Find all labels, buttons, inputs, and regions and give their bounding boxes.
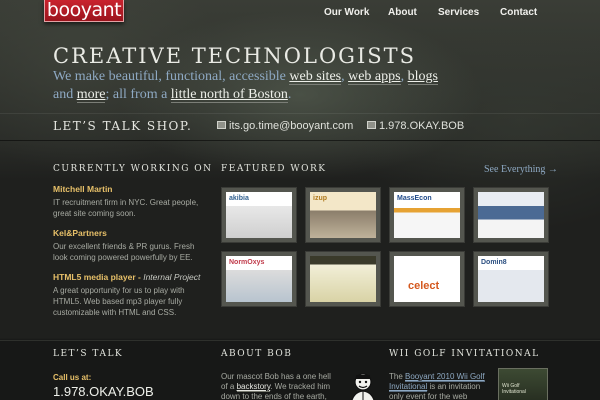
project-item: HTML5 media player - Internal Project A … xyxy=(53,272,208,318)
wii-golf-text: The Booyant 2010 Wii Golf Invitational i… xyxy=(389,372,489,400)
project-description: IT recruitment firm in NYC. Great people… xyxy=(53,198,199,218)
link-more[interactable]: more xyxy=(76,87,106,103)
project-subtitle: Internal Project xyxy=(143,272,201,282)
thumb-label: NormOxys xyxy=(229,259,265,266)
email-address[interactable]: its.go.time@booyant.com xyxy=(229,120,353,132)
project-title[interactable]: HTML5 media player - Internal Project xyxy=(53,272,208,283)
nav-contact[interactable]: Contact xyxy=(500,7,540,18)
hero-tagline: We make beautiful, functional, accessibl… xyxy=(53,68,473,104)
poster-text: Wii Golf Invitational xyxy=(502,383,526,395)
tagline-text: . xyxy=(287,87,292,102)
project-title-text[interactable]: Kel&Partners xyxy=(53,228,107,238)
golf-text: The xyxy=(389,372,406,381)
tagline-text: ; all from a xyxy=(105,87,171,102)
thumb-screenshot: akibia xyxy=(226,192,292,238)
phone-number[interactable]: 1.978.OKAY.BOB xyxy=(379,120,464,132)
thumb-screenshot xyxy=(478,192,544,238)
portfolio-thumb-akibia[interactable]: akibia xyxy=(221,187,297,243)
project-description: A great opportunity for us to play with … xyxy=(53,286,185,317)
portfolio-thumb-normoxys[interactable]: NormOxys xyxy=(221,251,297,307)
see-everything-link[interactable]: See Everything → xyxy=(484,164,558,175)
call-us-label: Call us at: xyxy=(53,373,92,382)
talk-shop-title: LET’S TALK SHOP. xyxy=(53,119,193,133)
nav-services[interactable]: Services xyxy=(438,7,480,18)
portfolio-thumb-domin8[interactable]: Domin8 xyxy=(473,251,549,307)
project-item: Kel&Partners Our excellent friends & PR … xyxy=(53,228,208,263)
booyant-logo[interactable]: booyant xyxy=(44,0,124,22)
currently-working-heading: CURRENTLY WORKING ON xyxy=(53,164,213,174)
tagline-text: We make beautiful, functional, accessibl… xyxy=(53,69,290,84)
link-north-of-boston[interactable]: little north of Boston xyxy=(170,87,288,103)
nav-about[interactable]: About xyxy=(388,7,418,18)
footer-phone[interactable]: 1.978.OKAY.BOB xyxy=(53,384,154,399)
wii-golf-heading: WII GOLF INVITATIONAL xyxy=(389,349,540,359)
lets-talk-heading: LET’S TALK xyxy=(53,349,124,359)
bob-mascot-icon xyxy=(351,373,375,400)
portfolio-thumb-site-6[interactable] xyxy=(305,251,381,307)
project-description: Our excellent friends & PR gurus. Fresh … xyxy=(53,242,195,262)
thumb-label: akibia xyxy=(229,195,249,202)
project-title-text[interactable]: HTML5 media player - xyxy=(53,272,143,282)
email-contact[interactable]: its.go.time@booyant.com xyxy=(217,120,353,132)
thumb-screenshot: Domin8 xyxy=(478,256,544,302)
link-blogs[interactable]: blogs xyxy=(407,69,438,85)
thumb-label: celect xyxy=(408,280,440,292)
project-title-text[interactable]: Mitchell Martin xyxy=(53,184,113,194)
about-bob-heading: ABOUT BOB xyxy=(221,349,293,359)
portfolio-thumb-massecon[interactable]: MassEcon xyxy=(389,187,465,243)
portfolio-thumb-izup[interactable]: izup xyxy=(305,187,381,243)
footer-divider xyxy=(0,340,600,341)
nav-our-work[interactable]: Our Work xyxy=(324,7,374,18)
project-item: Mitchell Martin IT recruitment firm in N… xyxy=(53,184,208,219)
phone-contact[interactable]: 1.978.OKAY.BOB xyxy=(367,120,464,132)
portfolio-thumb-site-4[interactable] xyxy=(473,187,549,243)
portfolio-thumb-celect[interactable]: celect xyxy=(389,251,465,307)
project-title[interactable]: Mitchell Martin xyxy=(53,184,208,195)
thumb-screenshot: celect xyxy=(394,256,460,302)
current-projects-list: Mitchell Martin IT recruitment firm in N… xyxy=(53,184,208,327)
thumb-label: izup xyxy=(313,195,327,202)
tagline-separator: , xyxy=(400,69,408,84)
link-web-sites[interactable]: web sites xyxy=(289,69,342,85)
backstory-link[interactable]: backstory xyxy=(236,382,271,392)
thumb-screenshot: MassEcon xyxy=(394,192,460,238)
hero-headline: CREATIVE TECHNOLOGISTS xyxy=(53,44,417,68)
wii-golf-poster[interactable]: Wii Golf Invitational xyxy=(498,368,548,400)
thumb-label: Domin8 xyxy=(481,259,507,266)
link-web-apps[interactable]: web apps xyxy=(348,69,401,85)
tagline-text: and xyxy=(53,87,77,102)
project-title[interactable]: Kel&Partners xyxy=(53,228,208,239)
thumb-screenshot: NormOxys xyxy=(226,256,292,302)
featured-work-heading: FEATURED WORK xyxy=(221,164,327,174)
mail-icon xyxy=(217,121,226,129)
thumb-screenshot xyxy=(310,256,376,302)
thumb-screenshot: izup xyxy=(310,192,376,238)
about-bob-text: Our mascot Bob has a one hell of a backs… xyxy=(221,372,339,400)
phone-icon xyxy=(367,121,376,129)
thumb-label: MassEcon xyxy=(397,195,432,202)
